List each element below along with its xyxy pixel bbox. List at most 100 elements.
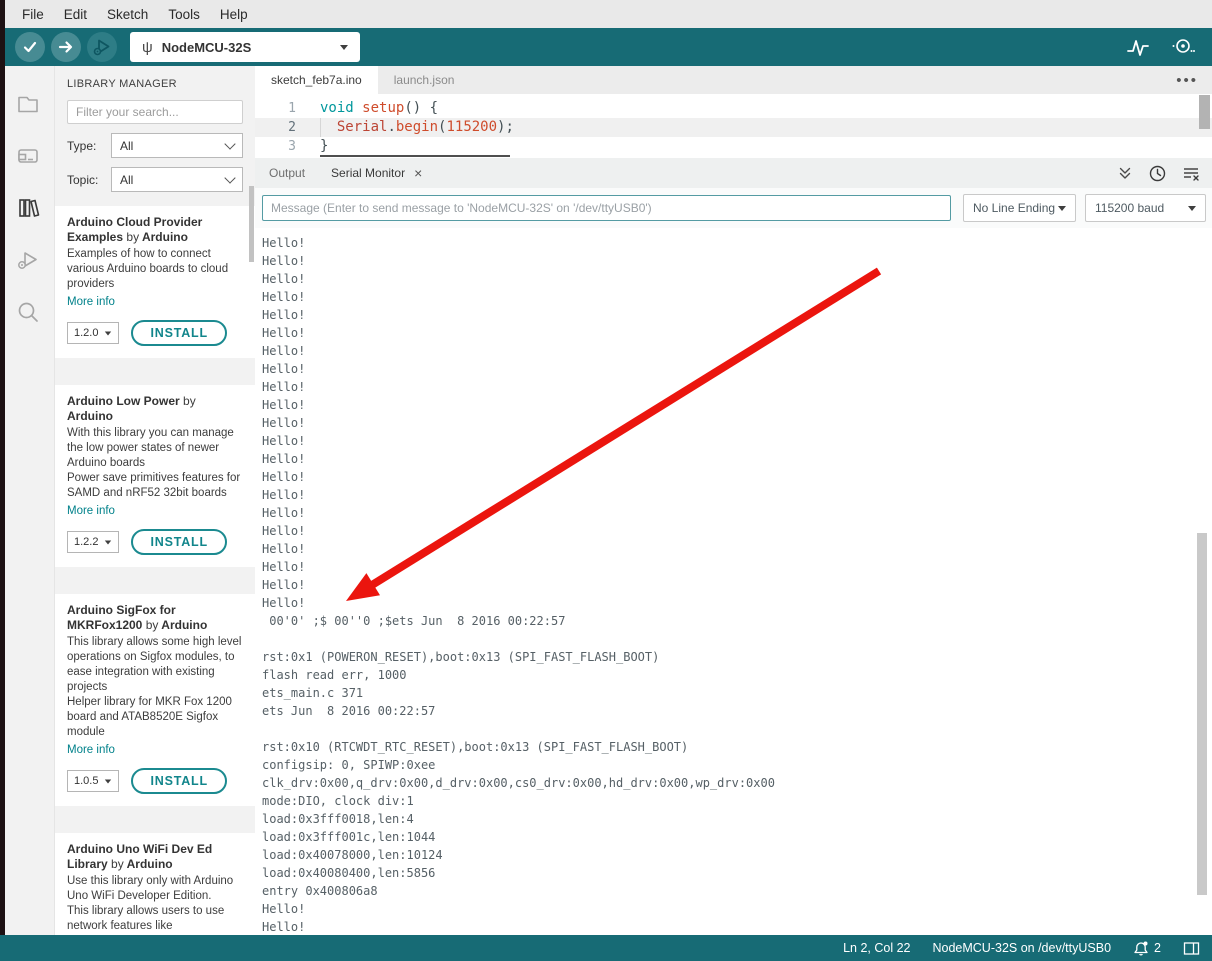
library-manager-panel: LIBRARY MANAGER Type: All Topic: All Ard… xyxy=(55,66,255,935)
serial-output-line: Hello! xyxy=(262,488,306,502)
sidebar-item-library-manager[interactable] xyxy=(0,182,54,234)
serial-output-line: Hello! xyxy=(262,506,306,520)
debug-play-icon xyxy=(18,252,37,269)
editor-area: sketch_feb7a.ino launch.json ••• 1 void … xyxy=(255,66,1212,935)
editor-horizontal-scrollbar[interactable] xyxy=(320,155,510,157)
topic-select[interactable]: All xyxy=(111,167,243,192)
type-select[interactable]: All xyxy=(111,133,243,158)
serial-output-line: Hello! xyxy=(262,272,306,286)
chevron-down-icon xyxy=(105,779,112,783)
menu-sketch[interactable]: Sketch xyxy=(97,7,158,22)
toggle-panel-button[interactable] xyxy=(1183,941,1200,956)
serial-output-line xyxy=(262,722,1212,740)
install-button[interactable]: INSTALL xyxy=(131,529,227,555)
bell-icon xyxy=(1134,941,1148,956)
version-select[interactable]: 1.2.0 xyxy=(67,322,120,344)
debug-icon xyxy=(93,39,110,56)
sidepanel-scrollbar[interactable] xyxy=(249,186,254,262)
serial-output-line: Hello! xyxy=(262,578,306,592)
arrow-right-icon xyxy=(58,41,73,53)
debug-button[interactable] xyxy=(87,32,117,62)
chevron-down-icon xyxy=(1188,205,1196,211)
library-filter-input[interactable] xyxy=(67,100,243,124)
code-editor[interactable]: 1 void setup() { 2 Serial.begin(115200);… xyxy=(255,94,1212,158)
serial-plotter-icon[interactable] xyxy=(1126,36,1150,58)
topic-label: Topic: xyxy=(67,172,99,187)
more-info-link[interactable]: More info xyxy=(67,296,115,308)
library-description: Use this library only with Arduino Uno W… xyxy=(67,875,234,932)
version-select[interactable]: 1.2.2 xyxy=(67,531,120,553)
serial-output-line: Hello! xyxy=(262,434,306,448)
tab-serial-monitor[interactable]: Serial Monitor × xyxy=(319,166,434,180)
serial-output-line: load:0x40080400,len:5856 xyxy=(262,866,436,880)
board-selector-label: NodeMCU-32S xyxy=(161,39,252,55)
menu-edit[interactable]: Edit xyxy=(54,7,97,22)
sidebar-item-debug[interactable] xyxy=(0,234,54,286)
type-label: Type: xyxy=(67,138,97,153)
panel-layout-icon xyxy=(1183,941,1200,955)
serial-output-line: Hello! xyxy=(262,290,306,304)
menu-tools[interactable]: Tools xyxy=(158,7,210,22)
library-author: Arduino xyxy=(141,230,188,244)
sidebar-item-search[interactable] xyxy=(0,286,54,338)
baud-rate-select[interactable]: 115200 baud xyxy=(1085,194,1206,222)
serial-monitor-icon[interactable] xyxy=(1170,36,1196,58)
timestamp-clock-icon[interactable] xyxy=(1149,165,1166,182)
tab-launch-json[interactable]: launch.json xyxy=(377,66,471,94)
more-info-link[interactable]: More info xyxy=(67,744,115,756)
library-card: Arduino Low Power by Arduino With this l… xyxy=(55,385,255,567)
panel-title: LIBRARY MANAGER xyxy=(67,78,177,90)
serial-output-line: mode:DIO, clock div:1 xyxy=(262,794,414,808)
arduino-ide-window: File Edit Sketch Tools Help ψ NodeMCU-32 xyxy=(0,0,1212,961)
menu-file[interactable]: File xyxy=(12,7,54,22)
screen-edge-artifact xyxy=(0,0,5,935)
install-button[interactable]: INSTALL xyxy=(131,768,227,794)
sidebar-item-sketchbook[interactable] xyxy=(0,78,54,130)
line-number: 1 xyxy=(288,101,296,116)
clear-output-icon[interactable] xyxy=(1182,165,1200,182)
more-info-link[interactable]: More info xyxy=(67,505,115,517)
chevron-down-icon xyxy=(105,540,112,544)
bottom-panel-header: Output Serial Monitor × xyxy=(255,158,1212,188)
install-button[interactable]: INSTALL xyxy=(131,320,227,346)
serial-output-line: 00'0' ;$ 00''0 ;$ets Jun 8 2016 00:22:57 xyxy=(262,614,566,628)
serial-monitor-toolbar: No Line Ending 115200 baud xyxy=(255,188,1212,228)
output-scrollbar[interactable] xyxy=(1197,533,1207,895)
editor-scrollbar[interactable] xyxy=(1199,95,1210,129)
serial-output-line: load:0x40078000,len:10124 xyxy=(262,848,443,862)
serial-output-line: clk_drv:0x00,q_drv:0x00,d_drv:0x00,cs0_d… xyxy=(262,776,775,790)
upload-button[interactable] xyxy=(51,32,81,62)
library-card: Arduino SigFox for MKRFox1200 by Arduino… xyxy=(55,594,255,806)
serial-output-line: ets_main.c 371 xyxy=(262,686,364,700)
library-author: Arduino xyxy=(67,409,113,423)
tab-sketch[interactable]: sketch_feb7a.ino xyxy=(255,66,378,94)
collapse-panel-icon[interactable] xyxy=(1117,165,1133,181)
library-card: Arduino Cloud Provider Examples by Ardui… xyxy=(55,206,255,358)
line-number: 2 xyxy=(288,120,296,135)
serial-output-line: Hello! xyxy=(262,398,306,412)
serial-output-line: Hello! xyxy=(262,416,306,430)
serial-output-line: Hello! xyxy=(262,596,306,610)
verify-button[interactable] xyxy=(15,32,45,62)
line-ending-select[interactable]: No Line Ending xyxy=(963,194,1076,222)
library-description: Examples of how to connect various Ardui… xyxy=(67,248,229,290)
close-icon[interactable]: × xyxy=(414,166,422,180)
activity-bar xyxy=(0,66,55,935)
version-select[interactable]: 1.0.5 xyxy=(67,770,120,792)
serial-output-line: Hello! xyxy=(262,236,306,250)
serial-output[interactable]: Hello! Hello! Hello! Hello! Hello! Hello… xyxy=(255,228,1212,935)
sidebar-item-boards-manager[interactable] xyxy=(0,130,54,182)
library-title: Arduino SigFox for MKRFox1200 xyxy=(67,603,176,632)
tab-output[interactable]: Output xyxy=(257,166,317,180)
serial-output-line: load:0x3fff001c,len:1044 xyxy=(262,830,436,844)
board-selector[interactable]: ψ NodeMCU-32S xyxy=(130,32,360,62)
serial-output-line: entry 0x400806a8 xyxy=(262,884,378,898)
more-actions-icon[interactable]: ••• xyxy=(1176,66,1198,94)
serial-output-line: Hello! xyxy=(262,344,306,358)
serial-output-line: Hello! xyxy=(262,362,306,376)
serial-message-input[interactable] xyxy=(262,195,951,221)
menu-help[interactable]: Help xyxy=(210,7,258,22)
usb-icon: ψ xyxy=(142,38,153,56)
cursor-position[interactable]: Ln 2, Col 22 xyxy=(843,941,910,955)
notifications[interactable]: 2 xyxy=(1133,940,1161,957)
